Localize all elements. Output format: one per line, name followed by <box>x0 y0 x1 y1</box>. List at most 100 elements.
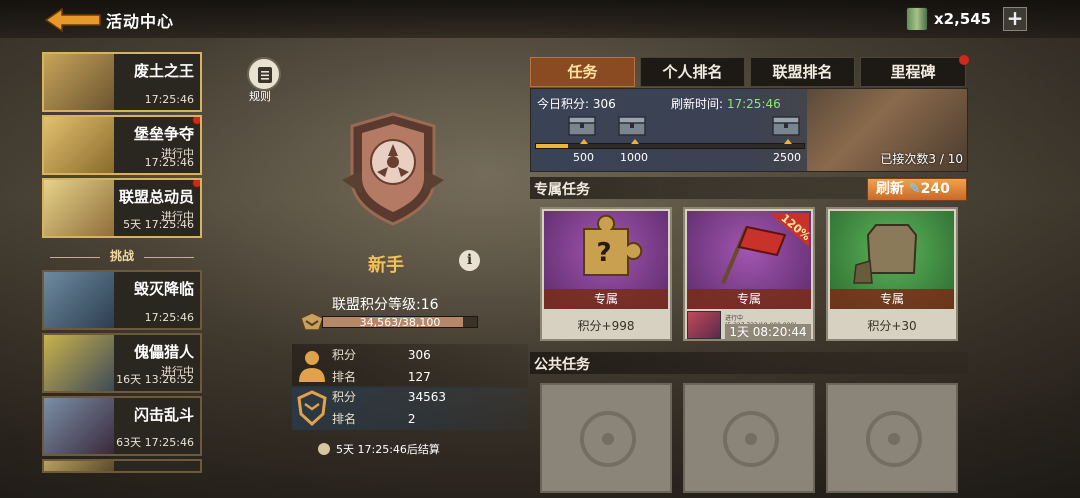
public-task-slot[interactable] <box>826 383 958 493</box>
notification-dot <box>192 180 200 188</box>
public-task-slot[interactable] <box>683 383 815 493</box>
rank-name: 新手 <box>368 255 404 276</box>
milestone-label: 1000 <box>620 151 648 164</box>
chest-icon[interactable] <box>617 115 647 137</box>
info-button[interactable]: i <box>459 250 480 271</box>
add-currency-button[interactable]: + <box>1003 7 1027 31</box>
task-thumbnail <box>687 311 721 339</box>
event-name: 堡垒争夺 <box>133 125 194 143</box>
refresh-time: 刷新时间: 17:25:46 <box>671 95 781 112</box>
personal-rank-label: 排名 <box>332 370 357 384</box>
bomb-icon <box>318 443 330 455</box>
notification-dot <box>192 117 200 125</box>
back-button[interactable] <box>44 6 102 34</box>
task-attempts: 已接次数3 / 10 <box>880 152 963 166</box>
task-timer: 1天 08:20:44 <box>725 324 811 340</box>
countdown-text: 5天 17:25:46后结算 <box>336 443 440 456</box>
notification-dot <box>959 55 969 65</box>
event-card-partial[interactable] <box>42 459 202 473</box>
rules-label: 规则 <box>249 90 271 103</box>
personal-score-label: 积分 <box>332 348 357 362</box>
rank-emblem-icon <box>342 112 444 226</box>
event-card-alliance-mobilization[interactable]: 联盟总动员 进行中 5天 17:25:46 <box>42 178 202 238</box>
event-name: 废土之王 <box>133 62 194 80</box>
empty-slot-icon <box>866 411 922 467</box>
event-art <box>44 117 114 173</box>
empty-slot-icon <box>723 411 779 467</box>
milestone-label: 500 <box>573 151 594 164</box>
personal-rank-value: 127 <box>407 370 431 384</box>
milestone-label: 2500 <box>773 151 801 164</box>
event-time: 17:25:46 <box>144 156 194 169</box>
armor-icon <box>853 224 918 284</box>
event-art <box>44 180 114 236</box>
task-type-band: 专属 <box>830 289 954 309</box>
exclusive-tasks-title: 专属任务 <box>534 182 590 198</box>
event-card-blitz-brawl[interactable]: 闪击乱斗 63天 17:25:46 <box>42 396 202 456</box>
event-time: 63天 17:25:46 <box>116 436 194 449</box>
exclusive-task-card[interactable]: ? 专属 积分+998 <box>540 207 672 341</box>
event-card-doom[interactable]: 毁灭降临 17:25:46 <box>42 270 202 330</box>
empty-slot-icon <box>580 411 636 467</box>
alliance-level-value: 34,563/38,100 <box>359 316 441 329</box>
event-art <box>44 54 114 110</box>
wrench-icon: ✎ <box>908 181 921 197</box>
event-card-puppet-hunter[interactable]: 傀儡猎人 进行中 16天 13:26:52 <box>42 333 202 393</box>
refresh-cost: 240 <box>920 181 950 197</box>
event-card-fortress[interactable]: 堡垒争夺 进行中 17:25:46 <box>42 115 202 175</box>
settlement-countdown: 5天 17:25:46后结算 <box>318 441 440 457</box>
alliance-shield-icon <box>297 390 327 426</box>
task-ongoing-progress: 进行中 (5,327,733/18,000,000) <box>725 315 797 329</box>
event-name: 毁灭降临 <box>133 280 194 298</box>
exclusive-task-card[interactable]: 120% 专属 进行中 (5,327,733/18,000,000) 1天 08… <box>683 207 815 341</box>
daily-score: 今日积分: 306 <box>537 97 616 111</box>
mystery-puzzle-icon: ? <box>583 214 643 276</box>
event-time: 17:25:46 <box>144 93 194 106</box>
milestone-marker <box>784 139 792 144</box>
task-reward: 积分+30 <box>867 319 917 333</box>
event-art <box>44 398 114 454</box>
tab-milestone[interactable]: 里程碑 <box>860 57 966 87</box>
event-name: 傀儡猎人 <box>133 343 194 361</box>
task-reward: 积分+998 <box>577 319 635 333</box>
tab-tasks[interactable]: 任务 <box>530 57 635 87</box>
fuel-can-icon <box>906 7 928 31</box>
svg-text:?: ? <box>596 238 611 268</box>
alliance-rank-label: 排名 <box>332 412 357 426</box>
personal-stats: 积分 306 排名 127 <box>292 344 528 388</box>
refresh-tasks-button[interactable]: 刷新 ✎240 <box>867 178 967 201</box>
event-art <box>44 461 114 471</box>
rules-button[interactable] <box>247 57 281 91</box>
task-type-band: 专属 <box>544 289 668 309</box>
tab-personal-rank[interactable]: 个人排名 <box>640 57 745 87</box>
milestone-marker <box>631 139 639 144</box>
daily-progress-panel: 今日积分: 306 刷新时间: 17:25:46 500 1000 2500 已… <box>530 88 968 172</box>
currency-amount: x2,545 <box>934 10 992 28</box>
alliance-rank-value: 2 <box>407 412 416 426</box>
milestone-marker <box>580 139 588 144</box>
public-header-bg <box>530 352 968 374</box>
bonus-badge: 120% <box>769 211 811 247</box>
exclusive-task-card[interactable]: 专属 积分+30 <box>826 207 958 341</box>
challenge-divider: 挑战 <box>42 247 202 269</box>
event-card-wasteland-king[interactable]: 废土之王 17:25:46 <box>42 52 202 112</box>
person-icon <box>299 351 325 382</box>
document-icon <box>258 67 272 83</box>
daily-progress-fill <box>536 144 569 148</box>
daily-progress-bar <box>535 143 805 149</box>
event-time: 5天 17:25:46 <box>123 218 194 231</box>
page-title: 活动中心 <box>106 12 175 31</box>
chest-icon[interactable] <box>771 115 801 137</box>
tab-alliance-rank[interactable]: 联盟排名 <box>750 57 855 87</box>
alliance-level-bar: 34,563/38,100 <box>322 316 478 329</box>
alliance-score-label: 积分 <box>332 390 357 404</box>
refresh-time-label: 刷新时间: <box>671 97 727 111</box>
event-time: 16天 13:26:52 <box>116 373 194 386</box>
refresh-label: 刷新 <box>876 181 904 197</box>
event-name: 联盟总动员 <box>118 188 194 206</box>
top-bar: 活动中心 x2,545 + <box>0 0 1080 38</box>
public-task-slot[interactable] <box>540 383 672 493</box>
event-art <box>44 335 114 391</box>
alliance-level-text: 联盟积分等级:16 <box>332 297 439 313</box>
chest-icon[interactable] <box>567 115 597 137</box>
